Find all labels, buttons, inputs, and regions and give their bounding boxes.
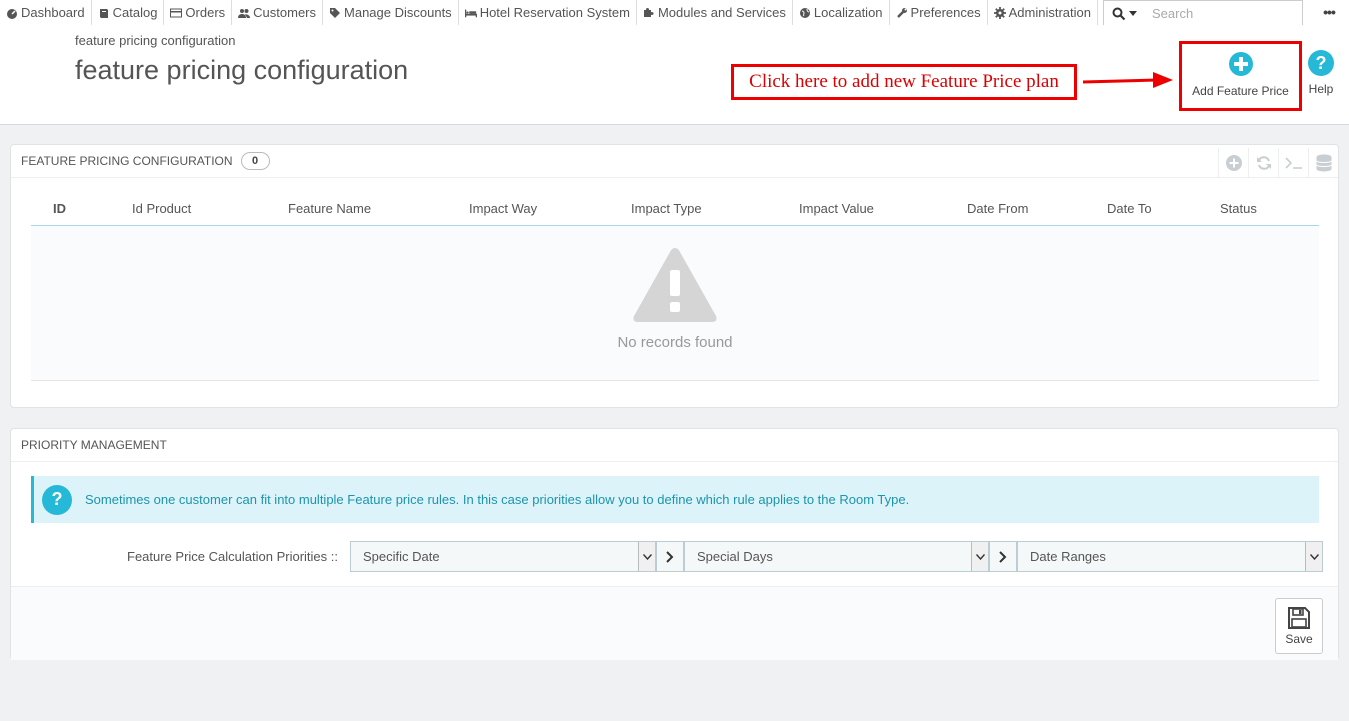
- ellipsis-icon: •••: [1323, 4, 1336, 20]
- nav-discounts[interactable]: Manage Discounts: [323, 0, 459, 25]
- nav-label: Manage Discounts: [344, 5, 452, 20]
- terminal-icon: [1284, 157, 1302, 169]
- priorities-label: Feature Price Calculation Priorities ::: [127, 549, 338, 564]
- cog-icon: [993, 6, 1006, 19]
- nav-label: Modules and Services: [657, 5, 786, 20]
- record-count-badge: 0: [240, 152, 270, 170]
- puzzle-icon: [643, 7, 654, 17]
- globe-icon: [799, 7, 810, 18]
- nav-label: Customers: [253, 5, 317, 20]
- svg-text:?: ?: [1316, 53, 1327, 73]
- priority-select-1[interactable]: Specific Date: [350, 541, 656, 572]
- list-toolbar: [1218, 148, 1338, 178]
- save-icon: [1288, 607, 1310, 629]
- nav-label: Orders: [185, 5, 226, 20]
- empty-table-body: No records found: [31, 226, 1319, 381]
- page-title: feature pricing configuration: [75, 55, 409, 85]
- chevron-down-icon: [1305, 542, 1322, 571]
- nav-hotel-reservation[interactable]: Hotel Reservation System: [459, 0, 637, 25]
- panel-heading: PRIORITY MANAGEMENT: [11, 429, 1338, 462]
- tags-icon: [330, 7, 341, 18]
- save-button[interactable]: Save: [1275, 598, 1323, 654]
- column-header-impact-way[interactable]: Impact Way: [469, 201, 537, 216]
- column-header-date-to[interactable]: Date To: [1107, 201, 1152, 216]
- wrench-icon: [896, 7, 907, 18]
- add-feature-price-button[interactable]: Add Feature Price: [1179, 41, 1302, 111]
- feature-pricing-panel: FEATURE PRICING CONFIGURATION 0 ID Id Pr…: [10, 144, 1339, 408]
- toolbar-add-button[interactable]: [1218, 148, 1248, 178]
- chevron-right-icon: [989, 541, 1017, 572]
- page-header: feature pricing configuration feature pr…: [0, 25, 1349, 125]
- nav-modules[interactable]: Modules and Services: [637, 0, 793, 25]
- search-input[interactable]: [1144, 0, 1303, 27]
- chevron-down-icon: [971, 542, 988, 571]
- toolbar-sql-button[interactable]: [1278, 148, 1308, 178]
- save-label: Save: [1285, 632, 1313, 646]
- bed-icon: [464, 9, 477, 17]
- nav-label: Administration: [1008, 5, 1091, 20]
- nav-label: Localization: [813, 5, 883, 20]
- panel-title: FEATURE PRICING CONFIGURATION: [21, 154, 233, 168]
- search-type-button[interactable]: [1103, 0, 1145, 27]
- annotation-callout: Click here to add new Feature Price plan: [731, 64, 1077, 100]
- toolbar-refresh-button[interactable]: [1248, 148, 1278, 178]
- warning-icon: [633, 247, 717, 322]
- annotation-arrow-icon: [1083, 72, 1173, 88]
- search-icon: [1112, 7, 1125, 20]
- table-header: ID Id Product Feature Name Impact Way Im…: [31, 192, 1319, 226]
- chevron-down-icon: [638, 542, 655, 571]
- nav-label: Hotel Reservation System: [479, 5, 630, 20]
- feature-pricing-table: ID Id Product Feature Name Impact Way Im…: [31, 192, 1319, 381]
- priority-select-3[interactable]: Date Ranges: [1017, 541, 1323, 572]
- toolbar-export-button[interactable]: [1308, 148, 1338, 178]
- nav-preferences[interactable]: Preferences: [890, 0, 988, 25]
- users-icon: [238, 8, 251, 18]
- no-records-text: No records found: [617, 333, 733, 351]
- help-button[interactable]: ? Help: [1305, 50, 1337, 110]
- database-icon: [1315, 154, 1332, 172]
- more-menu-button[interactable]: •••: [1318, 3, 1340, 21]
- help-label: Help: [1308, 82, 1334, 96]
- nav-label: Dashboard: [21, 5, 85, 20]
- nav-catalog[interactable]: Catalog: [92, 0, 165, 25]
- column-header-feature-name[interactable]: Feature Name: [288, 201, 371, 216]
- priority-select-value: Date Ranges: [1030, 549, 1106, 564]
- nav-administration[interactable]: Administration: [988, 0, 1098, 25]
- nav-customers[interactable]: Customers: [232, 0, 324, 25]
- info-alert: ? Sometimes one customer can fit into mu…: [31, 476, 1319, 523]
- nav-label: Preferences: [910, 5, 981, 20]
- add-feature-price-label: Add Feature Price: [1192, 84, 1289, 98]
- book-icon: [99, 8, 108, 18]
- priority-management-panel: PRIORITY MANAGEMENT ? Sometimes one cust…: [10, 428, 1339, 660]
- help-icon: ?: [1308, 50, 1334, 76]
- column-header-impact-value[interactable]: Impact Value: [799, 201, 874, 216]
- panel-title: PRIORITY MANAGEMENT: [21, 438, 167, 452]
- caret-down-icon: [1128, 10, 1137, 16]
- column-header-impact-type[interactable]: Impact Type: [631, 201, 702, 216]
- column-header-date-from[interactable]: Date From: [967, 201, 1028, 216]
- panel-footer: Save: [11, 586, 1338, 660]
- priority-select-2[interactable]: Special Days: [684, 541, 989, 572]
- question-circle-icon: ?: [42, 484, 72, 515]
- info-alert-text: Sometimes one customer can fit into mult…: [85, 492, 910, 507]
- plus-circle-icon: [1228, 52, 1253, 76]
- column-header-status[interactable]: Status: [1220, 201, 1257, 216]
- breadcrumb[interactable]: feature pricing configuration: [75, 33, 235, 48]
- dashboard-icon: [7, 8, 17, 19]
- column-header-id[interactable]: ID: [53, 201, 66, 216]
- priority-select-value: Special Days: [697, 549, 773, 564]
- priority-select-value: Specific Date: [363, 549, 440, 564]
- nav-localization[interactable]: Localization: [793, 0, 890, 25]
- nav-orders[interactable]: Orders: [164, 0, 233, 25]
- column-header-id-product[interactable]: Id Product: [132, 201, 191, 216]
- panel-heading: FEATURE PRICING CONFIGURATION 0: [11, 145, 1338, 178]
- credit-card-icon: [170, 8, 183, 17]
- nav-label: Catalog: [112, 5, 158, 20]
- plus-circle-icon: [1225, 155, 1242, 171]
- chevron-right-icon: [656, 541, 684, 572]
- refresh-icon: [1256, 156, 1271, 170]
- nav-dashboard[interactable]: Dashboard: [0, 0, 92, 25]
